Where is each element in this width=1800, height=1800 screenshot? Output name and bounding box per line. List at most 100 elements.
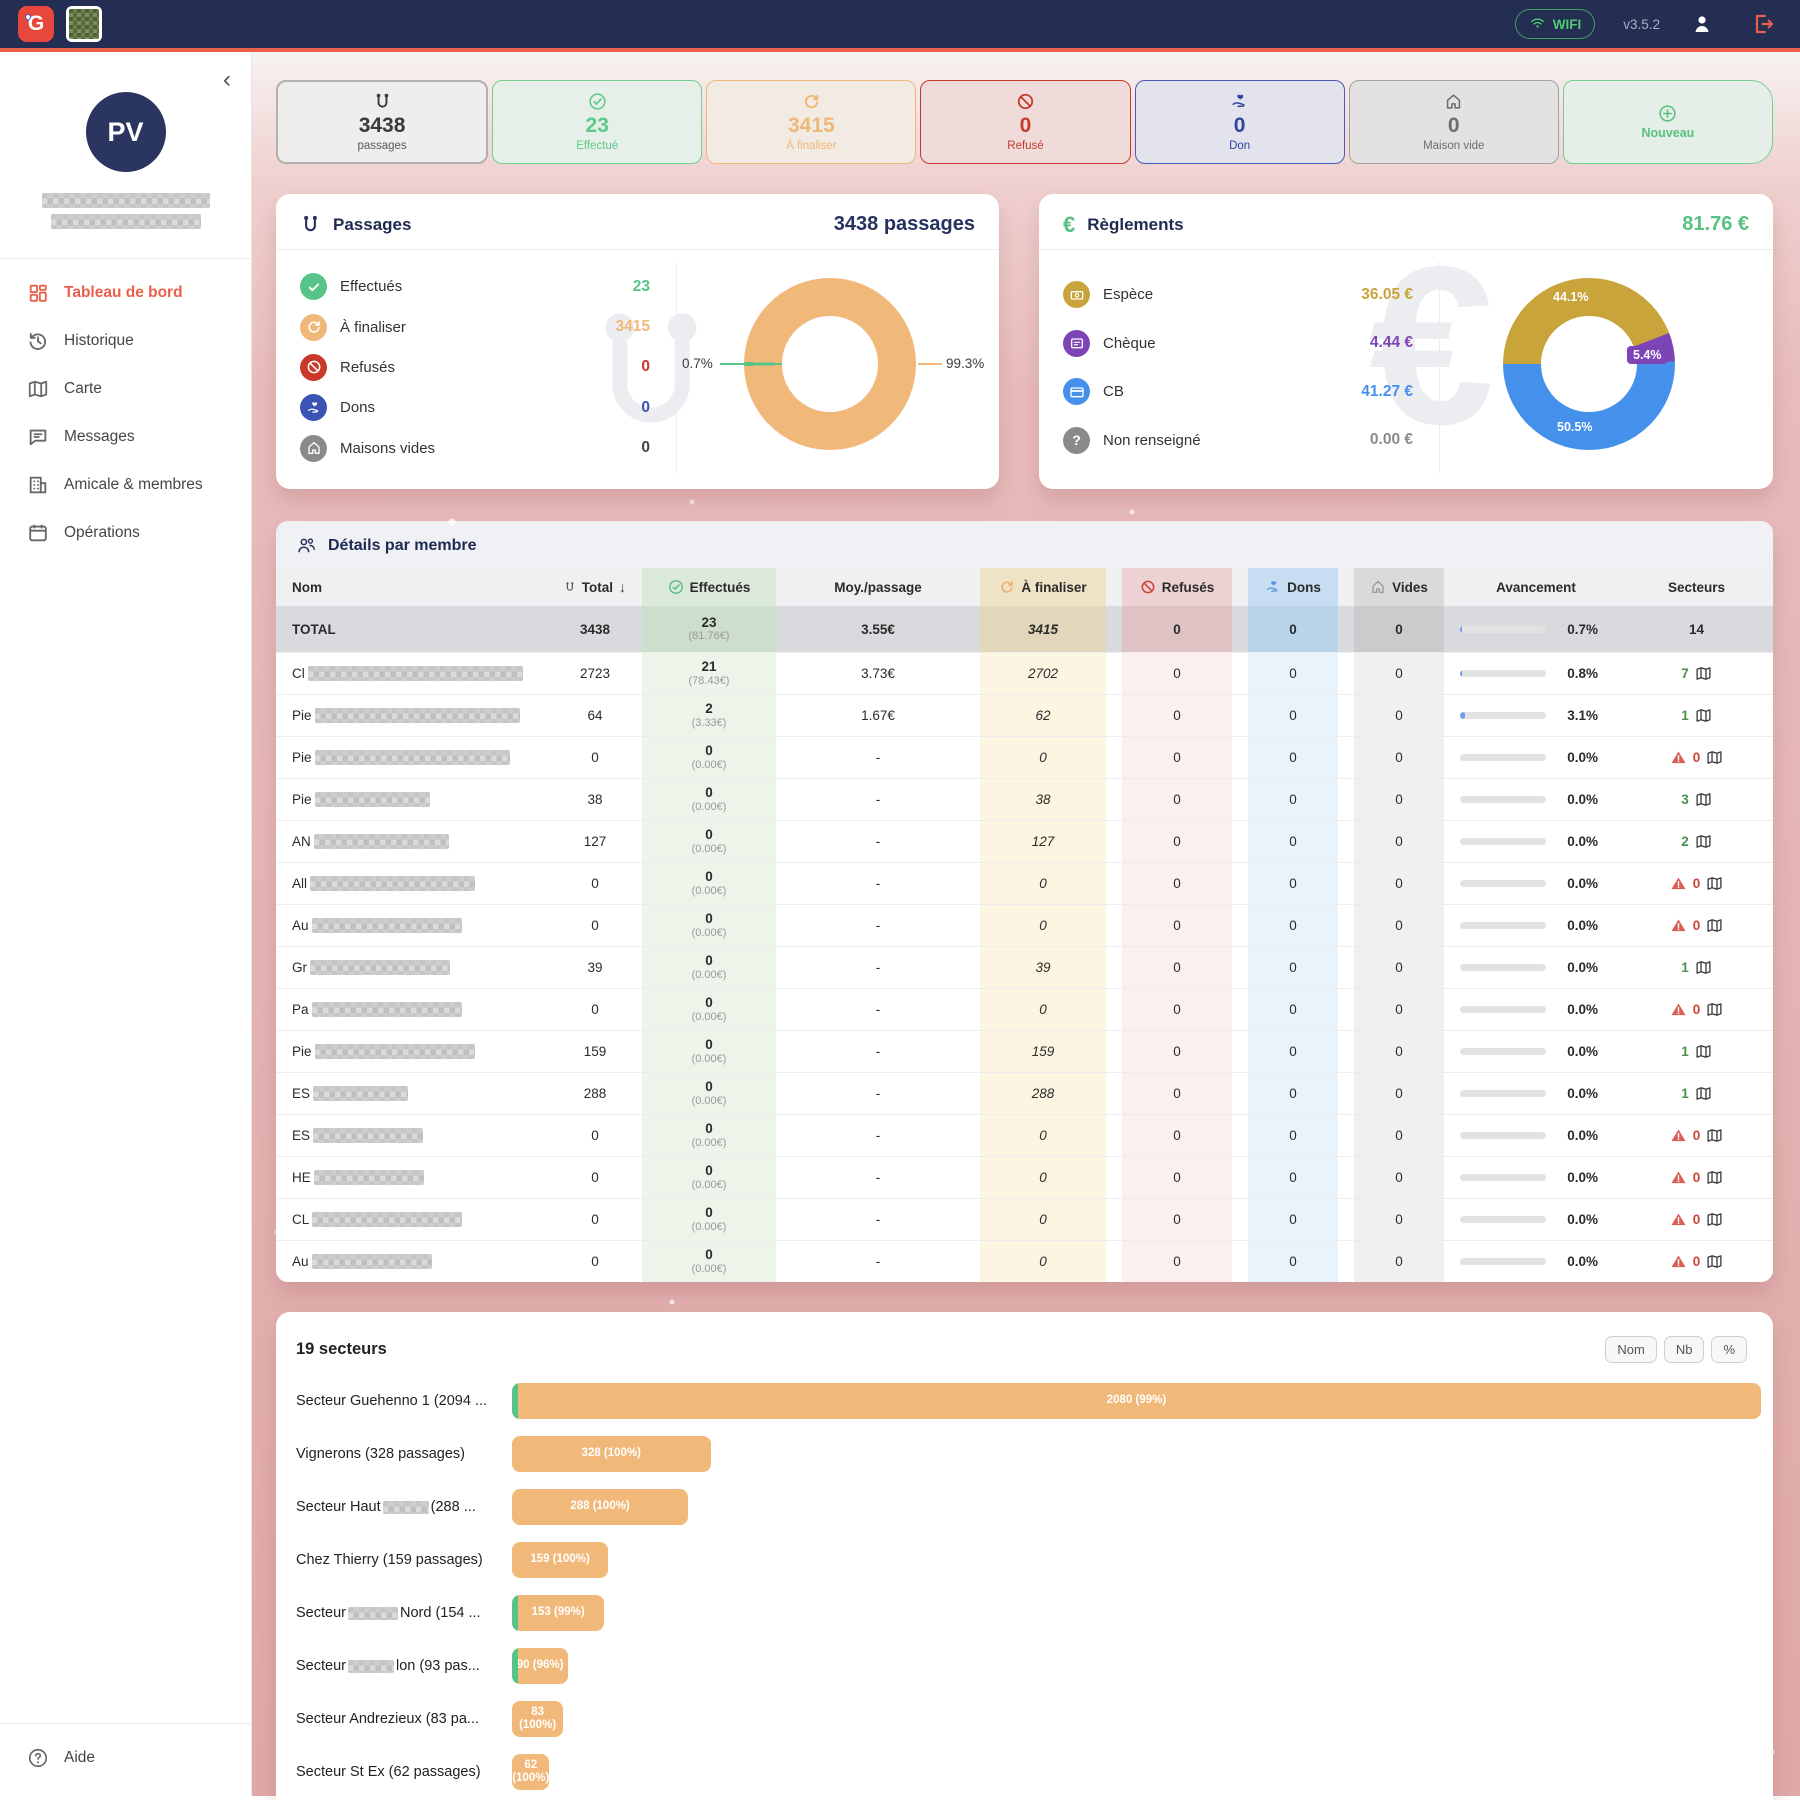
- cell-avancement: 0.8%: [1452, 653, 1620, 694]
- table-row[interactable]: Pie1590(0.00€)-1590000.0%1: [276, 1030, 1773, 1072]
- sidebar-item-op-rations[interactable]: Opérations: [0, 509, 251, 557]
- sidebar-collapse-chevron-icon[interactable]: ‹: [223, 68, 231, 92]
- warning-icon: [1670, 1169, 1687, 1186]
- column-header-avancement[interactable]: Avancement: [1452, 568, 1620, 606]
- column-header-total[interactable]: Total↓: [556, 568, 634, 606]
- table-row[interactable]: Au00(0.00€)-00000.0%0: [276, 1240, 1773, 1282]
- sector-bar[interactable]: 2080 (99%): [512, 1383, 1761, 1419]
- sector-bar[interactable]: 90 (96%): [512, 1648, 568, 1684]
- cell-moy-passage: -: [784, 905, 972, 946]
- sector-bar[interactable]: 328 (100%): [512, 1436, 711, 1472]
- sort-by-nb[interactable]: Nb: [1664, 1336, 1705, 1363]
- sort-by-nom[interactable]: Nom: [1605, 1336, 1656, 1363]
- column-header-vides[interactable]: Vides: [1346, 568, 1452, 606]
- sidebar-item-carte[interactable]: Carte: [0, 365, 251, 413]
- column-header-moy-passage[interactable]: Moy./passage: [784, 568, 972, 606]
- sidebar-item-tableau-de-bord[interactable]: Tableau de bord: [0, 269, 251, 317]
- column-header--finaliser[interactable]: À finaliser: [972, 568, 1114, 606]
- effectues-amount: (0.00€): [692, 969, 727, 982]
- member-name-prefix: HE: [292, 1170, 311, 1185]
- sidebar-item-label: Amicale & membres: [64, 476, 203, 494]
- sort-by-percent[interactable]: %: [1711, 1336, 1747, 1363]
- column-header-refus-s[interactable]: Refusés: [1114, 568, 1240, 606]
- cell-avancement: 0.7%: [1452, 606, 1620, 652]
- cell-moy-passage: 3.73€: [784, 653, 972, 694]
- stat-card-a-finaliser[interactable]: 3415À finaliser: [706, 80, 916, 164]
- stat-card-nouveau[interactable]: Nouveau: [1563, 80, 1773, 164]
- table-row[interactable]: Gr390(0.00€)-390000.0%1: [276, 946, 1773, 988]
- avatar[interactable]: PV: [86, 92, 166, 172]
- sidebar-item-aide[interactable]: Aide: [0, 1734, 251, 1782]
- cell-refuses: 0: [1114, 1199, 1240, 1240]
- column-header-dons[interactable]: Dons: [1240, 568, 1346, 606]
- top-bar: G WIFI v3.5.2: [0, 0, 1800, 52]
- progress-percent: 0.0%: [1556, 1044, 1598, 1059]
- effectues-count: 0: [705, 743, 713, 759]
- cell-refuses: 0: [1114, 1115, 1240, 1156]
- table-row[interactable]: Pie380(0.00€)-380000.0%3: [276, 778, 1773, 820]
- cell-effectues: 0(0.00€): [634, 947, 784, 988]
- stat-card-don[interactable]: 0Don: [1135, 80, 1345, 164]
- sidebar: ‹ PV Tableau de bordHistoriqueCarteMessa…: [0, 52, 252, 1796]
- sector-bar[interactable]: 153 (99%): [512, 1595, 604, 1631]
- column-header-label: Nom: [292, 580, 322, 595]
- table-row[interactable]: Au00(0.00€)-00000.0%0: [276, 904, 1773, 946]
- stat-card-passages[interactable]: 3438passages: [276, 80, 488, 164]
- user-account-icon[interactable]: [1690, 12, 1714, 36]
- column-header-nom[interactable]: Nom: [276, 568, 556, 606]
- donation-icon: [1265, 579, 1281, 595]
- sectors-count: 0: [1693, 1128, 1701, 1143]
- table-row[interactable]: HE00(0.00€)-00000.0%0: [276, 1156, 1773, 1198]
- effectues-stack: 0(0.00€): [692, 743, 727, 771]
- app-logo-icon[interactable]: G: [18, 6, 54, 42]
- table-row[interactable]: Pie00(0.00€)-00000.0%0: [276, 736, 1773, 778]
- sector-bar[interactable]: 83 (100%): [512, 1701, 563, 1737]
- sort-direction-icon[interactable]: ↓: [619, 579, 626, 595]
- column-header-secteurs[interactable]: Secteurs: [1620, 568, 1773, 606]
- member-name-redacted: [310, 960, 450, 975]
- member-name: ES: [276, 1073, 556, 1114]
- cell-vides: 0: [1346, 1031, 1452, 1072]
- cell-vides: 0: [1346, 863, 1452, 904]
- member-name: Cl: [276, 653, 556, 694]
- donut-purple-pct-label: 5.4%: [1627, 346, 1668, 364]
- effectues-stack: 0(0.00€): [692, 911, 727, 939]
- table-row[interactable]: ES2880(0.00€)-2880000.0%1: [276, 1072, 1773, 1114]
- sidebar-item-historique[interactable]: Historique: [0, 317, 251, 365]
- table-row[interactable]: Cl272321(78.43€)3.73€27020000.8%7: [276, 652, 1773, 694]
- sidebar-item-messages[interactable]: Messages: [0, 413, 251, 461]
- table-row[interactable]: AN1270(0.00€)-1270000.0%2: [276, 820, 1773, 862]
- member-name-redacted: [308, 666, 523, 681]
- progress: 0.0%: [1460, 750, 1612, 765]
- table-row[interactable]: Pa00(0.00€)-00000.0%0: [276, 988, 1773, 1030]
- table-row[interactable]: All00(0.00€)-00000.0%0: [276, 862, 1773, 904]
- member-name: Pa: [276, 989, 556, 1030]
- stat-card-maison-vide[interactable]: 0Maison vide: [1349, 80, 1559, 164]
- effectues-stack: 2(3.33€): [692, 701, 727, 729]
- progress-track: [1460, 1048, 1546, 1055]
- donut-blue-pct-label: 50.5%: [1551, 418, 1598, 436]
- cell-effectues: 0(0.00€): [634, 1241, 784, 1282]
- org-photo-thumbnail[interactable]: [66, 6, 102, 42]
- sidebar-item-amicale-membres[interactable]: Amicale & membres: [0, 461, 251, 509]
- table-row[interactable]: CL00(0.00€)-00000.0%0: [276, 1198, 1773, 1240]
- sidebar-item-label: Aide: [64, 1749, 95, 1767]
- progress: 0.0%: [1460, 1212, 1612, 1227]
- column-header-effectu-s[interactable]: Effectués: [634, 568, 784, 606]
- cell-vides: 0: [1346, 1199, 1452, 1240]
- member-name-redacted: [315, 708, 520, 723]
- stat-card-effectue[interactable]: 23Effectué: [492, 80, 702, 164]
- cell-total: 38: [556, 779, 634, 820]
- sector-bar[interactable]: 288 (100%): [512, 1489, 688, 1525]
- effectues-count: 0: [705, 1247, 713, 1263]
- cell-a-finaliser: 0: [972, 1241, 1114, 1282]
- stat-card-refuse[interactable]: 0Refusé: [920, 80, 1130, 164]
- table-total-row[interactable]: TOTAL343823(81.76€)3.55€34150000.7%14: [276, 606, 1773, 652]
- route-icon: [373, 92, 392, 112]
- logout-icon[interactable]: [1752, 12, 1776, 36]
- table-row[interactable]: ES00(0.00€)-00000.0%0: [276, 1114, 1773, 1156]
- cell-secteurs: 2: [1620, 821, 1773, 862]
- sector-bar[interactable]: 62 (100%): [512, 1754, 549, 1790]
- sector-bar[interactable]: 159 (100%): [512, 1542, 608, 1578]
- table-row[interactable]: Pie642(3.33€)1.67€620003.1%1: [276, 694, 1773, 736]
